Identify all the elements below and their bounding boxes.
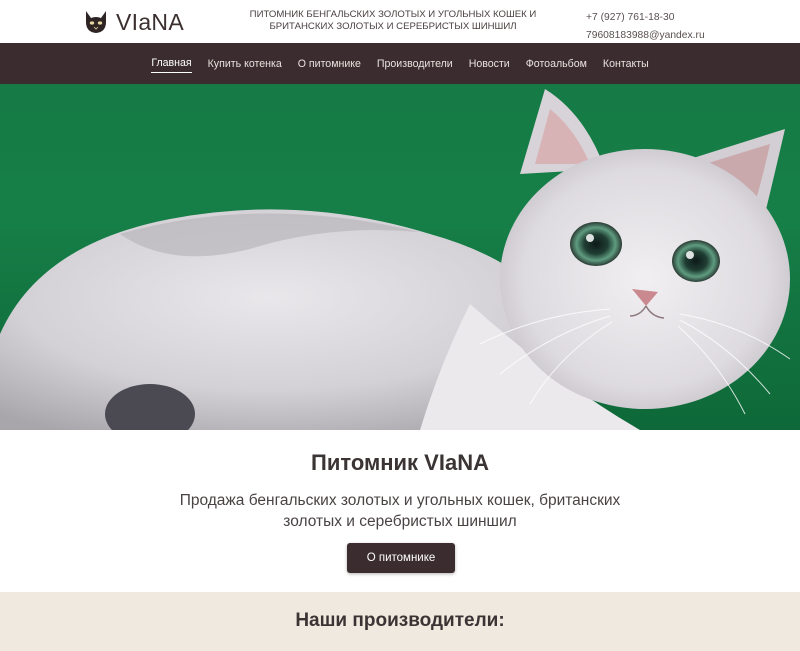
about-cattery-button[interactable]: О питомнике	[347, 543, 455, 573]
intro-subtitle: Продажа бенгальских золотых и угольных к…	[179, 492, 621, 530]
site-tagline: ПИТОМНИК БЕНГАЛЬСКИХ ЗОЛОТЫХ И УГОЛЬНЫХ …	[249, 9, 537, 32]
main-nav: Главная Купить котенка О питомнике Произ…	[0, 43, 800, 84]
intro-section: Питомник VIaNA Продажа бенгальских золот…	[0, 430, 800, 592]
logo[interactable]: VIaNA	[82, 6, 184, 38]
site-header: VIaNA ПИТОМНИК БЕНГАЛЬСКИХ ЗОЛОТЫХ И УГО…	[0, 0, 800, 43]
nav-item-news[interactable]: Новости	[469, 55, 510, 73]
nav-item-about[interactable]: О питомнике	[298, 55, 361, 73]
hero-cat-image	[0, 84, 800, 430]
nav-item-producers[interactable]: Производители	[377, 55, 453, 73]
cat-logo-icon	[86, 11, 106, 33]
producers-title: Наши производители:	[295, 610, 505, 631]
nav-item-buy-kitten[interactable]: Купить котенка	[208, 55, 282, 73]
producers-section: Наши производители:	[0, 592, 800, 651]
phone-link[interactable]: +7 (927) 761-18-30	[586, 9, 705, 27]
nav-item-photo-album[interactable]: Фотоальбом	[526, 55, 587, 73]
contacts: +7 (927) 761-18-30 79608183988@yandex.ru	[586, 9, 705, 45]
nav-item-contacts[interactable]: Контакты	[603, 55, 649, 73]
logo-text: VIaNA	[116, 8, 184, 35]
nav-item-home[interactable]: Главная	[151, 54, 192, 73]
hero-banner	[0, 84, 800, 430]
intro-title: Питомник VIaNA	[311, 450, 489, 475]
